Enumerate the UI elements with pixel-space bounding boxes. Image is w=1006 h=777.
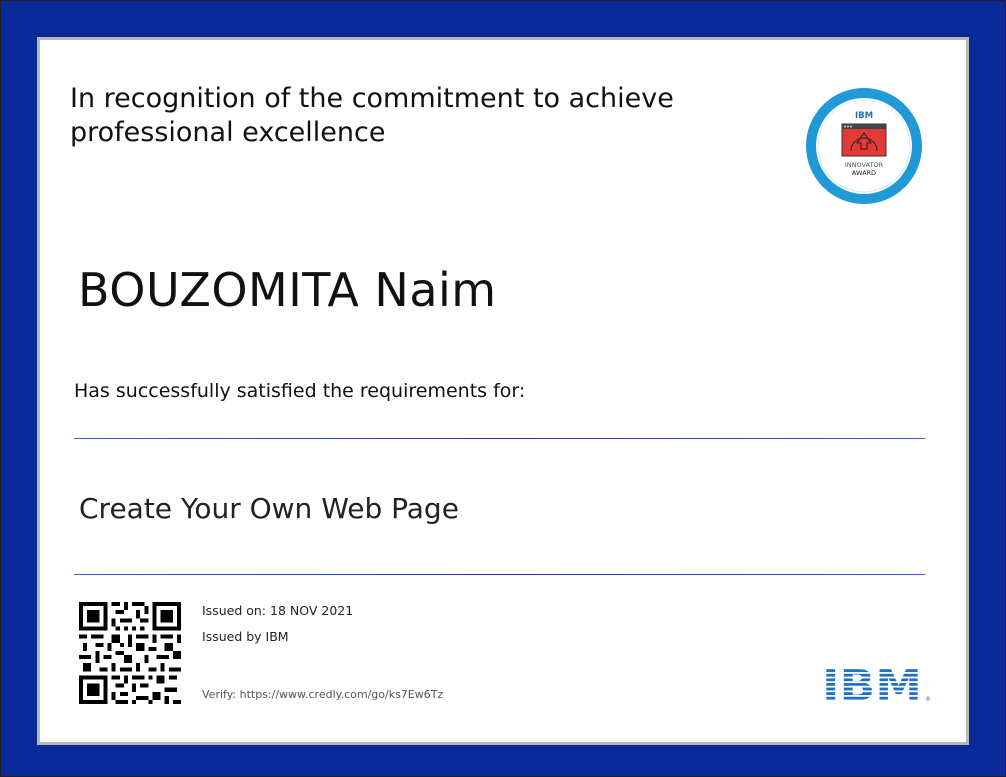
qr-code-icon	[79, 602, 181, 704]
requirement-text: Has successfully satisfied the requireme…	[74, 380, 526, 402]
svg-text:®: ®	[925, 696, 931, 703]
issued-by-text: Issued by IBM	[202, 629, 289, 644]
innovator-award-badge-icon: IBM DIGITAL - NATION CREATE YOUR OWN WEB…	[806, 88, 922, 204]
verify-link[interactable]: Verify: https://www.credly.com/go/ks7Ew6…	[202, 688, 443, 701]
badge-line2: AWARD	[852, 169, 876, 177]
issued-on-text: Issued on: 18 NOV 2021	[202, 603, 354, 618]
recipient-name: BOUZOMITA Naim	[78, 263, 497, 317]
divider-bottom	[74, 574, 925, 575]
course-title: Create Your Own Web Page	[79, 492, 459, 525]
certificate-headline: In recognition of the commitment to achi…	[70, 83, 674, 148]
ibm-logo-icon: IBM ®	[822, 661, 931, 704]
badge-line1: INNOVATOR	[845, 161, 884, 169]
divider-top	[74, 438, 925, 439]
ibm-logo-text: IBM	[822, 661, 922, 704]
badge-center-logo: IBM	[855, 111, 873, 121]
